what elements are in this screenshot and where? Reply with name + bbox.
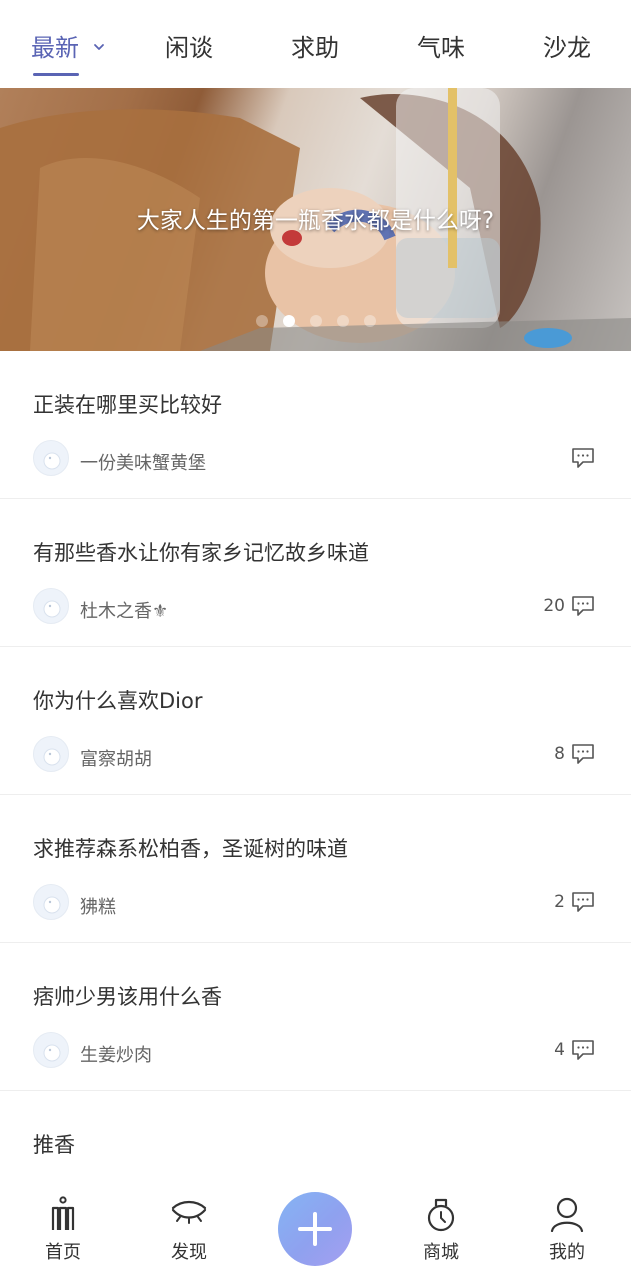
active-tab-indicator bbox=[33, 73, 79, 76]
nav-shop[interactable]: 商城 bbox=[401, 1196, 481, 1264]
comment-icon bbox=[572, 448, 594, 468]
nav-home[interactable]: 首页 bbox=[23, 1196, 103, 1264]
nav-shop-label: 商城 bbox=[423, 1242, 459, 1263]
avatar[interactable] bbox=[33, 440, 69, 476]
default-avatar-icon bbox=[43, 1044, 61, 1062]
post-author[interactable]: 一份美味蟹黄堡 bbox=[80, 449, 206, 475]
post-author[interactable]: 杜木之香⚜ bbox=[80, 597, 168, 623]
avatar[interactable] bbox=[33, 1032, 69, 1068]
post-item[interactable]: 有那些香水让你有家乡记忆故乡味道 杜木之香⚜ 20 bbox=[0, 499, 631, 647]
nav-discover-label: 发现 bbox=[171, 1242, 207, 1263]
post-title[interactable]: 正装在哪里买比较好 bbox=[33, 389, 222, 419]
tab-salon[interactable]: 沙龙 bbox=[543, 30, 591, 66]
post-title[interactable]: 求推荐森系松柏香，圣诞树的味道 bbox=[33, 833, 348, 863]
comment-count: 20 bbox=[543, 596, 565, 616]
comment-icon bbox=[572, 744, 594, 764]
comment-meta[interactable]: 4 bbox=[554, 1037, 595, 1063]
default-avatar-icon bbox=[43, 600, 61, 618]
comment-meta[interactable]: 2 bbox=[554, 889, 595, 915]
post-author[interactable]: 富察胡胡 bbox=[80, 745, 152, 771]
comment-meta[interactable]: 8 bbox=[554, 741, 595, 767]
comment-meta[interactable]: 20 bbox=[543, 593, 595, 619]
create-post-button[interactable] bbox=[278, 1192, 352, 1266]
carousel-dot[interactable] bbox=[256, 315, 268, 327]
nav-discover[interactable]: 发现 bbox=[149, 1196, 229, 1264]
user-icon bbox=[550, 1197, 584, 1232]
carousel-dot[interactable] bbox=[337, 315, 349, 327]
default-avatar-icon bbox=[43, 748, 61, 766]
post-title[interactable]: 你为什么喜欢Dior bbox=[33, 685, 203, 715]
avatar[interactable] bbox=[33, 884, 69, 920]
banner-carousel[interactable]: 大家人生的第一瓶香水都是什么呀? bbox=[0, 88, 631, 351]
comment-icon bbox=[572, 892, 594, 912]
carousel-dot-active[interactable] bbox=[283, 315, 295, 327]
post-item[interactable]: 你为什么喜欢Dior 富察胡胡 8 bbox=[0, 647, 631, 795]
comment-icon bbox=[572, 596, 594, 616]
nav-home-label: 首页 bbox=[45, 1242, 81, 1263]
plus-icon bbox=[298, 1212, 332, 1246]
nav-mine[interactable]: 我的 bbox=[527, 1196, 607, 1264]
avatar[interactable] bbox=[33, 736, 69, 772]
post-item[interactable]: 求推荐森系松柏香，圣诞树的味道 狒糕 2 bbox=[0, 795, 631, 943]
post-title[interactable]: 推香 bbox=[33, 1129, 75, 1159]
banner-caption: 大家人生的第一瓶香水都是什么呀? bbox=[136, 208, 495, 234]
eye-closed-icon bbox=[171, 1200, 207, 1224]
tab-chat[interactable]: 闲谈 bbox=[165, 30, 213, 66]
carousel-dot[interactable] bbox=[364, 315, 376, 327]
post-title[interactable]: 痞帅少男该用什么香 bbox=[33, 981, 222, 1011]
default-avatar-icon bbox=[43, 896, 61, 914]
default-avatar-icon bbox=[43, 452, 61, 470]
chevron-down-icon[interactable] bbox=[92, 40, 106, 54]
bottom-nav: 首页 发现 商城 我的 bbox=[0, 1180, 631, 1280]
tab-scent[interactable]: 气味 bbox=[417, 30, 465, 66]
category-tabs: 最新 闲谈 求助 气味 沙龙 bbox=[0, 0, 631, 88]
comment-meta[interactable] bbox=[565, 445, 595, 471]
comment-count: 2 bbox=[554, 892, 565, 912]
tab-help[interactable]: 求助 bbox=[291, 30, 339, 66]
post-item[interactable]: 正装在哪里买比较好 一份美味蟹黄堡 bbox=[0, 351, 631, 499]
post-item[interactable]: 痞帅少男该用什么香 生姜炒肉 4 bbox=[0, 943, 631, 1091]
nav-mine-label: 我的 bbox=[549, 1242, 585, 1263]
carousel-dot[interactable] bbox=[310, 315, 322, 327]
post-author[interactable]: 生姜炒肉 bbox=[80, 1041, 152, 1067]
comment-icon bbox=[572, 1040, 594, 1060]
comment-count: 8 bbox=[554, 744, 565, 764]
post-author[interactable]: 狒糕 bbox=[80, 893, 116, 919]
comment-count: 4 bbox=[554, 1040, 565, 1060]
perfume-bottle-icon bbox=[427, 1198, 455, 1232]
avatar[interactable] bbox=[33, 588, 69, 624]
tab-latest[interactable]: 最新 bbox=[31, 30, 79, 66]
home-icon bbox=[51, 1196, 75, 1230]
post-title[interactable]: 有那些香水让你有家乡记忆故乡味道 bbox=[33, 537, 369, 567]
